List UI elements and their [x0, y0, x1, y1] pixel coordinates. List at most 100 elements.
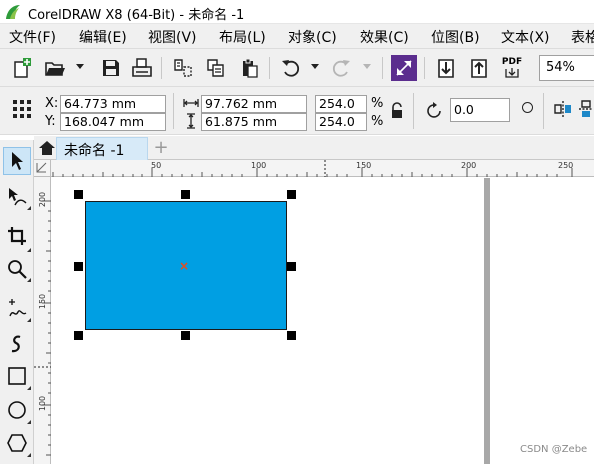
rotation-icon	[425, 101, 445, 124]
menu-bitmaps[interactable]: 位图(B)	[431, 27, 480, 47]
percent-x-label: %	[371, 96, 384, 111]
launch-button[interactable]	[391, 55, 417, 81]
paste-button[interactable]	[235, 54, 263, 82]
menu-file[interactable]: 文件(F)	[9, 27, 56, 47]
tab-document[interactable]: 未命名 -1	[56, 137, 148, 160]
import-button[interactable]	[432, 54, 460, 82]
crop-icon	[8, 227, 26, 245]
percent-y-label: %	[371, 114, 384, 129]
width-input[interactable]: 97.762 mm	[201, 95, 307, 113]
height-input[interactable]: 61.875 mm	[201, 113, 307, 131]
zoom-level-input[interactable]: 54%	[539, 55, 594, 81]
save-button[interactable]	[97, 54, 125, 82]
flyout-corner-icon	[27, 318, 31, 322]
undo-icon	[282, 60, 300, 77]
artistic-media-tool[interactable]	[3, 330, 31, 358]
hexagon-icon	[7, 434, 27, 452]
menu-object[interactable]: 对象(C)	[288, 27, 337, 47]
toolbar-divider	[161, 57, 162, 79]
rotation-center-icon[interactable]	[522, 102, 533, 113]
copy-button[interactable]	[202, 54, 230, 82]
open-folder-icon	[45, 62, 65, 76]
export-icon	[471, 59, 487, 78]
import-icon	[438, 59, 454, 78]
y-label: Y:	[45, 114, 56, 129]
brush-stroke-icon	[11, 335, 21, 353]
desktop-area[interactable]	[490, 178, 594, 464]
menu-edit[interactable]: 编辑(E)	[79, 27, 127, 47]
launch-icon	[396, 60, 412, 76]
scale-y-input[interactable]: 254.0	[315, 113, 367, 131]
coreldraw-logo-icon	[4, 3, 22, 21]
publish-pdf-button[interactable]: PDF	[498, 54, 526, 82]
toolbar-divider	[424, 57, 425, 79]
resize-handle-bottom-right[interactable]	[287, 331, 296, 340]
mirror-vertical-icon[interactable]	[578, 99, 594, 122]
new-doc-icon	[14, 58, 31, 78]
horizontal-ruler[interactable]: 50 100 150 200 250	[34, 160, 594, 177]
menu-text[interactable]: 文本(X)	[501, 27, 550, 47]
resize-handle-top-left[interactable]	[74, 190, 83, 199]
rectangle-icon	[8, 367, 26, 385]
property-divider	[543, 93, 544, 129]
rotation-input[interactable]: 0.0	[450, 98, 510, 122]
menu-view[interactable]: 视图(V)	[148, 27, 197, 47]
x-position-input[interactable]: 64.773 mm	[60, 95, 166, 113]
mirror-horizontal-icon[interactable]	[553, 99, 573, 122]
ruler-tick-label: 150	[38, 293, 47, 310]
pick-tool[interactable]	[3, 147, 31, 175]
scale-x-input[interactable]: 254.0	[315, 95, 367, 113]
undo-button[interactable]	[277, 54, 305, 82]
undo-dropdown-arrow-icon[interactable]	[311, 64, 319, 69]
resize-handle-top[interactable]	[181, 190, 190, 199]
vertical-ruler-ticks	[34, 200, 51, 456]
ruler-origin[interactable]	[34, 160, 51, 177]
redo-button[interactable]	[327, 54, 355, 82]
magnifier-icon	[8, 260, 27, 279]
menu-table[interactable]: 表格	[571, 27, 594, 47]
redo-dropdown-arrow-icon[interactable]	[363, 64, 371, 69]
open-button[interactable]	[41, 54, 69, 82]
menu-effects[interactable]: 效果(C)	[360, 27, 409, 47]
x-label: X:	[45, 96, 59, 111]
pdf-arrow-icon	[505, 67, 519, 78]
cut-icon	[174, 59, 192, 77]
crop-tool[interactable]	[3, 222, 31, 250]
export-button[interactable]	[465, 54, 493, 82]
lock-ratio-icon[interactable]	[390, 102, 404, 123]
y-position-input[interactable]: 168.047 mm	[60, 113, 166, 131]
shape-node-icon	[9, 188, 27, 206]
add-tab-button[interactable]: +	[150, 139, 172, 159]
flyout-corner-icon	[27, 420, 31, 424]
flyout-corner-icon	[27, 386, 31, 390]
arrow-cursor-icon	[12, 152, 23, 170]
cut-button[interactable]	[169, 54, 197, 82]
resize-handle-right[interactable]	[287, 262, 296, 271]
new-document-button[interactable]	[8, 54, 36, 82]
print-button[interactable]	[128, 54, 156, 82]
resize-handle-bottom[interactable]	[181, 331, 190, 340]
toolbar-divider	[382, 57, 383, 79]
reference-point-icon[interactable]	[11, 98, 33, 123]
open-dropdown-arrow-icon[interactable]	[76, 64, 84, 69]
resize-handle-bottom-left[interactable]	[74, 331, 83, 340]
pdf-icon: PDF	[501, 56, 523, 67]
resize-handle-left[interactable]	[74, 262, 83, 271]
resize-handle-top-right[interactable]	[287, 190, 296, 199]
welcome-home-icon[interactable]	[38, 139, 56, 160]
width-icon	[183, 97, 199, 112]
ruler-tick-label: 150	[356, 161, 372, 170]
toolbox	[0, 140, 34, 464]
ruler-tick-label: 200	[461, 161, 477, 170]
ellipse-icon	[8, 401, 26, 419]
vertical-ruler[interactable]: 200 150 100	[34, 177, 51, 464]
horizontal-ruler-ticks	[52, 160, 573, 177]
center-marker-icon[interactable]: ×	[179, 259, 189, 273]
ruler-tick-label: 200	[38, 191, 47, 208]
flyout-corner-icon	[27, 248, 31, 252]
toolbar-divider	[269, 57, 270, 79]
redo-icon	[332, 60, 350, 77]
menu-layout[interactable]: 布局(L)	[219, 27, 266, 47]
ruler-tick-label: 100	[38, 395, 47, 412]
ruler-tick-label: 100	[251, 161, 267, 170]
